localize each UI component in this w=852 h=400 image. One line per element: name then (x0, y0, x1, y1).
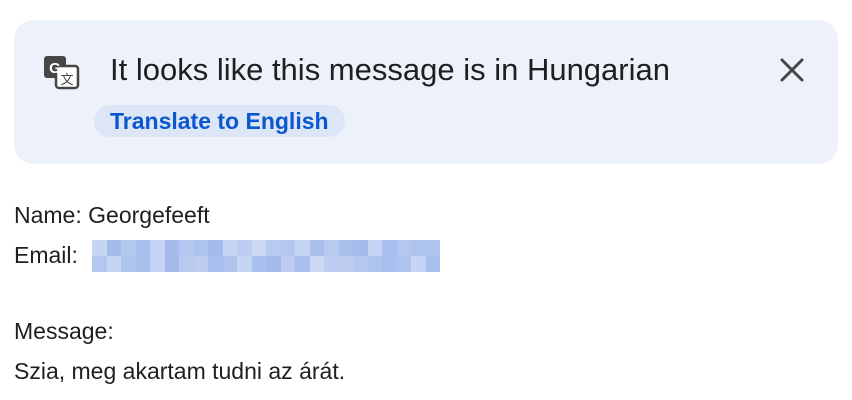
redaction-pixel (382, 256, 397, 272)
redaction-pixel (106, 240, 121, 256)
redaction-pixel (193, 256, 208, 272)
message-body: Szia, meg akartam tudni az árát. (14, 358, 346, 384)
redaction-pixel (309, 256, 324, 272)
redaction-pixel (309, 240, 324, 256)
redaction-pixel (208, 240, 223, 256)
close-icon (780, 58, 804, 82)
email-view: G 文 It looks like this message is in Hun… (0, 0, 852, 400)
redaction-pixel (280, 256, 295, 272)
translate-to-english-button[interactable]: Translate to English (94, 105, 345, 137)
redaction-pixel (324, 256, 339, 272)
redaction-pixel (121, 256, 136, 272)
redaction-pixel (135, 240, 150, 256)
redaction-pixel (425, 256, 440, 272)
name-value: Georgefeeft (88, 202, 210, 228)
redaction-pixel (164, 256, 179, 272)
redaction-pixel (353, 256, 368, 272)
redaction-pixel (295, 256, 310, 272)
redaction-pixel (338, 256, 353, 272)
redaction-pixel (251, 240, 266, 256)
redaction-pixel (135, 256, 150, 272)
redaction-pixel (106, 256, 121, 272)
translate-banner-title: It looks like this message is in Hungari… (110, 52, 670, 87)
email-line: Email: (14, 240, 78, 270)
redaction-pixel (179, 240, 194, 256)
translate-banner: G 文 It looks like this message is in Hun… (14, 20, 838, 164)
svg-text:G: G (49, 60, 61, 77)
close-banner-button[interactable] (772, 50, 812, 90)
redaction-pixel (266, 256, 281, 272)
redaction-pixel (193, 240, 208, 256)
redaction-pixel (92, 240, 107, 256)
redaction-pixel (367, 256, 382, 272)
google-translate-icon: G 文 (44, 56, 80, 90)
email-redacted-value (92, 240, 440, 272)
redaction-pixel (266, 240, 281, 256)
redaction-pixel (237, 256, 252, 272)
redaction-pixel (411, 240, 426, 256)
redaction-pixel (150, 240, 165, 256)
redaction-pixel (280, 240, 295, 256)
name-label: Name: (14, 202, 82, 228)
redaction-pixel (411, 256, 426, 272)
svg-text:文: 文 (60, 73, 73, 88)
redaction-pixel (367, 240, 382, 256)
redaction-pixel (382, 240, 397, 256)
email-label: Email: (14, 242, 78, 268)
redaction-pixel (396, 256, 411, 272)
redaction-pixel (150, 256, 165, 272)
redaction-pixel (164, 240, 179, 256)
redaction-pixel (353, 240, 368, 256)
redaction-pixel (222, 240, 237, 256)
redaction-pixel (295, 240, 310, 256)
redaction-pixel (425, 240, 440, 256)
redaction-pixel (251, 256, 266, 272)
message-label: Message: (14, 318, 114, 344)
redaction-pixel (92, 256, 107, 272)
redaction-pixel (338, 240, 353, 256)
redaction-pixel (324, 240, 339, 256)
redaction-pixel (222, 256, 237, 272)
redaction-pixel (208, 256, 223, 272)
redaction-pixel (179, 256, 194, 272)
redaction-pixel (121, 240, 136, 256)
redaction-pixel (237, 240, 252, 256)
redaction-pixel (396, 240, 411, 256)
name-line: Name: Georgefeeft (14, 200, 210, 230)
